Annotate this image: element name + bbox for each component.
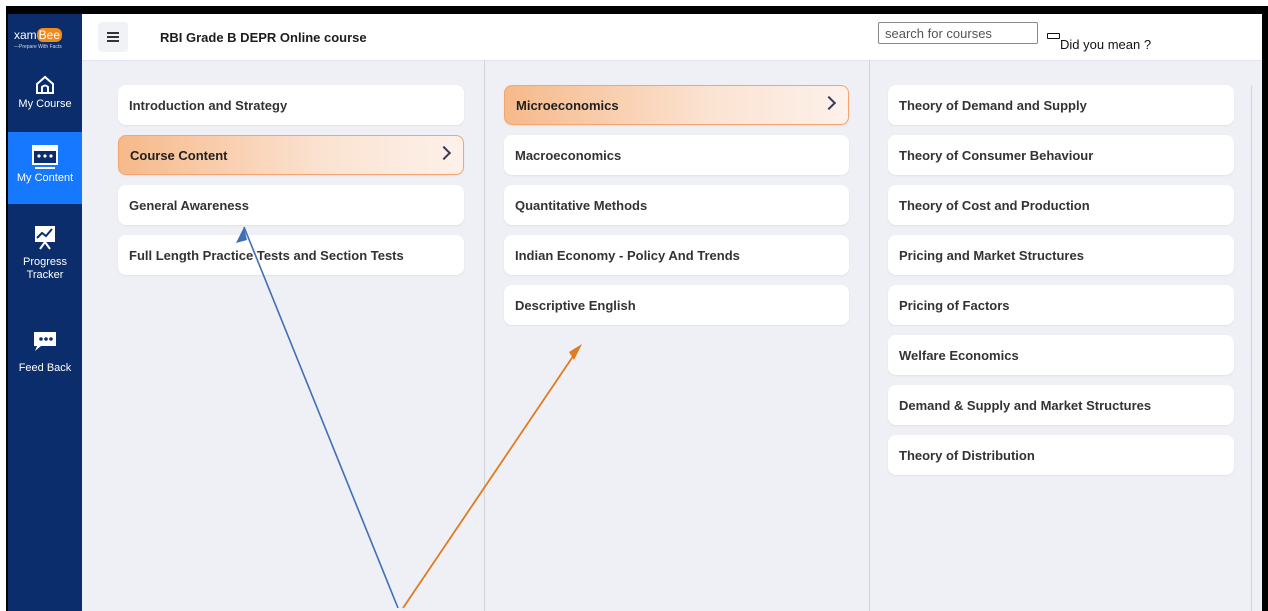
annotation-arrows	[236, 226, 582, 609]
orange-annotation-arrow	[402, 345, 581, 609]
orange-arrowhead	[569, 344, 582, 360]
blue-annotation-arrow	[243, 226, 399, 609]
